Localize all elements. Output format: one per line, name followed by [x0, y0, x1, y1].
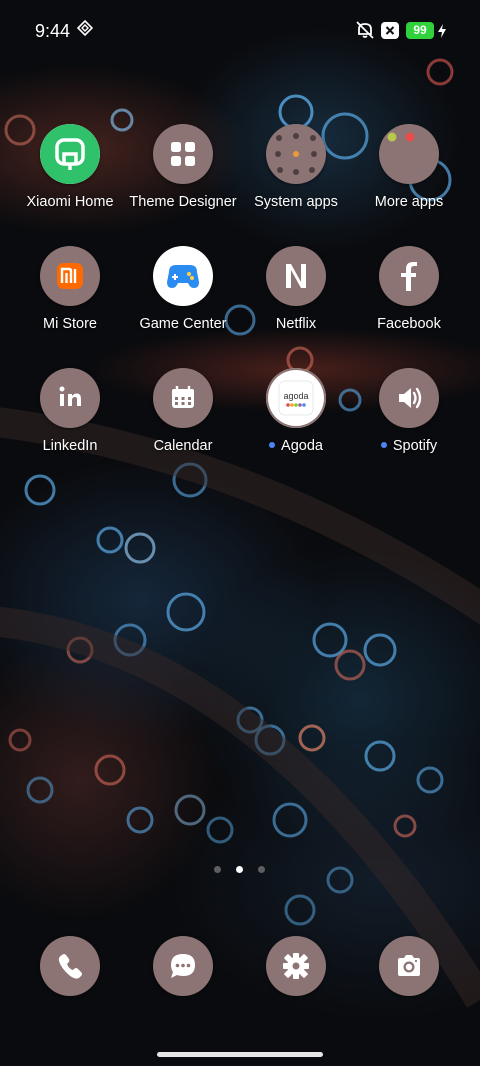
app-label-text: Agoda — [281, 438, 323, 454]
app-game-center[interactable]: Game Center — [123, 246, 243, 366]
agoda-icon: agoda — [266, 368, 326, 428]
app-spotify[interactable]: Spotify — [349, 368, 469, 488]
dock-settings[interactable] — [266, 936, 326, 996]
data-saver-icon — [77, 20, 93, 36]
app-theme-designer[interactable]: Theme Designer — [123, 124, 243, 244]
page-dot — [214, 866, 221, 873]
page-dot-active — [236, 866, 243, 873]
agoda-wordmark: agoda — [283, 391, 308, 401]
folder-icon — [379, 124, 439, 184]
app-label: Game Center — [139, 316, 227, 332]
app-label: LinkedIn — [42, 438, 98, 454]
netflix-icon — [266, 246, 326, 306]
folder-more-apps[interactable]: More apps — [349, 124, 469, 244]
speaker-icon — [379, 368, 439, 428]
app-label: Xiaomi Home — [26, 194, 114, 210]
settings-icon — [283, 953, 309, 979]
folder-system-apps[interactable]: System apps — [236, 124, 356, 244]
app-label-text: Spotify — [392, 438, 438, 454]
status-bar: 9:44 99 — [0, 0, 480, 62]
app-label: Facebook — [377, 316, 441, 332]
facebook-icon — [379, 246, 439, 306]
page-dot — [258, 866, 265, 873]
app-label: More apps — [374, 194, 444, 210]
gamepad-icon — [153, 246, 213, 306]
home-gesture-bar[interactable] — [157, 1052, 323, 1057]
app-xiaomi-home[interactable]: Xiaomi Home — [10, 124, 130, 244]
close-box-icon — [381, 22, 399, 39]
app-label: Calendar — [153, 438, 213, 454]
clock: 9:44 — [35, 21, 71, 41]
app-calendar[interactable]: Calendar — [123, 368, 243, 488]
dock-messages[interactable] — [153, 936, 213, 996]
battery-indicator: 99 — [406, 22, 434, 39]
xiaomi-home-icon — [40, 124, 100, 184]
app-label: Mi Store — [43, 316, 97, 332]
app-mi-store[interactable]: Mi Store — [10, 246, 130, 366]
mi-store-icon — [40, 246, 100, 306]
app-label: Agoda — [236, 438, 356, 454]
phone-icon — [58, 954, 82, 979]
app-linkedin[interactable]: LinkedIn — [10, 368, 130, 488]
dock-camera[interactable] — [379, 936, 439, 996]
app-label: System apps — [254, 194, 338, 210]
messages-icon — [171, 954, 195, 978]
app-netflix[interactable]: Netflix — [236, 246, 356, 366]
calendar-icon — [153, 368, 213, 428]
linkedin-icon — [40, 368, 100, 428]
app-label: Theme Designer — [129, 194, 237, 210]
mute-icon — [356, 21, 374, 39]
notification-dot — [380, 442, 387, 449]
notification-dot — [269, 442, 276, 449]
app-facebook[interactable]: Facebook — [349, 246, 469, 366]
folder-icon — [266, 124, 326, 184]
dock-phone[interactable] — [40, 936, 100, 996]
grid-icon — [153, 124, 213, 184]
app-label: Spotify — [349, 438, 469, 454]
app-agoda[interactable]: agoda Agoda — [236, 368, 356, 488]
app-label: Netflix — [275, 316, 317, 332]
charging-bolt-icon — [438, 24, 446, 38]
camera-icon — [398, 955, 420, 976]
